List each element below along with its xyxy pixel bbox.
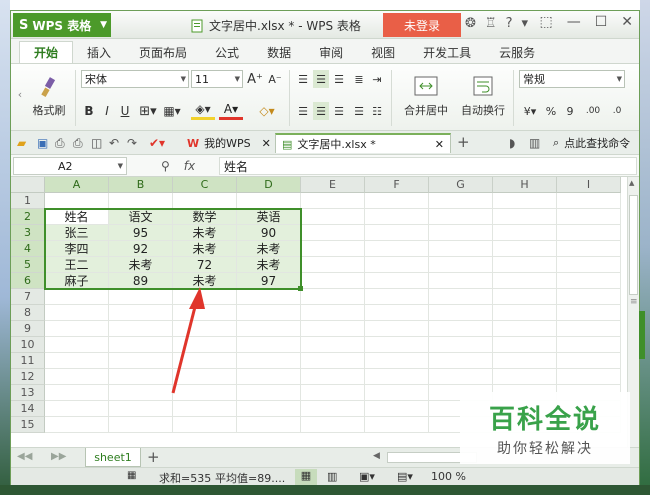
desktop-wallpaper-left (0, 0, 10, 495)
annotation-arrow-head (189, 287, 205, 309)
watermark: 百科全说 助你轻松解决 (460, 392, 630, 464)
desktop-wallpaper-right (640, 0, 650, 495)
watermark-subtitle: 助你轻松解决 (497, 440, 593, 457)
watermark-title: 百科全说 (488, 404, 601, 435)
desktop-wallpaper-bottom (0, 485, 650, 495)
side-panel-handle[interactable] (639, 311, 645, 359)
annotation-arrow-shaft (171, 298, 199, 394)
